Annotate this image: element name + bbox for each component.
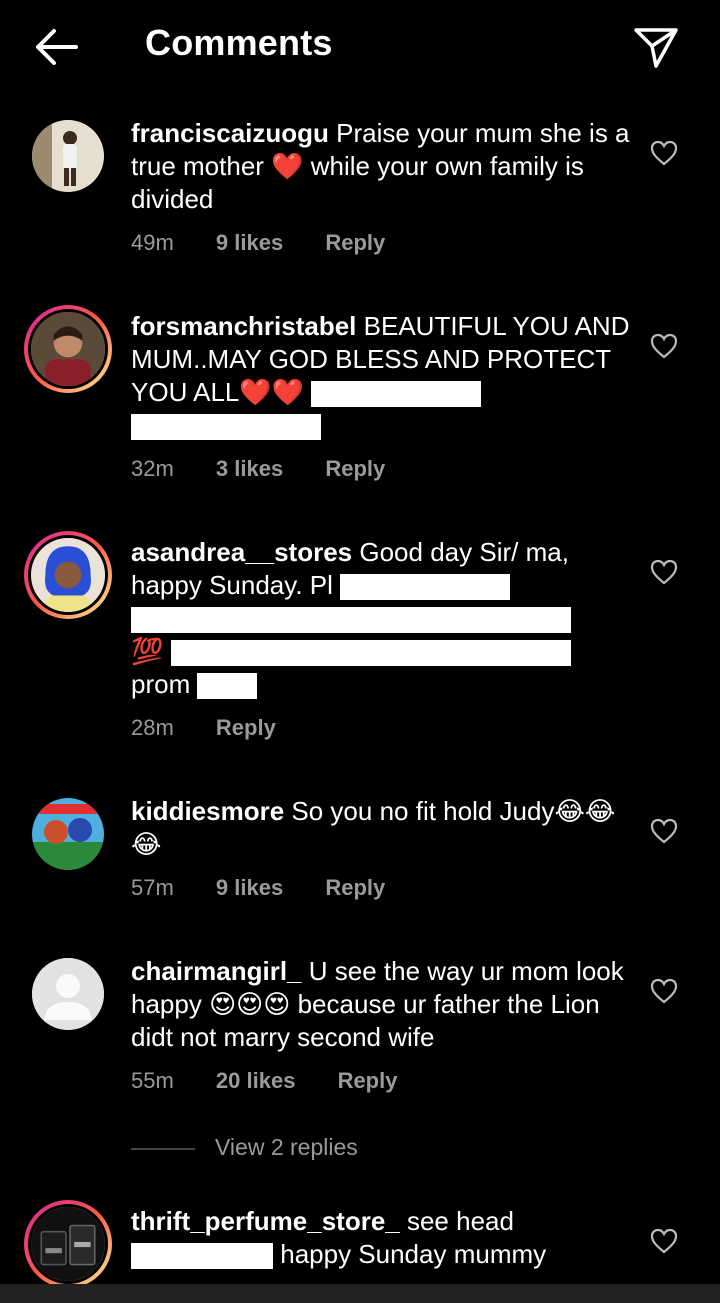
comment-time: 55m — [131, 1068, 174, 1093]
comment-username[interactable]: chairmangirl_ — [131, 956, 302, 986]
redaction — [170, 640, 571, 667]
avatar[interactable] — [32, 958, 104, 1030]
comment-username[interactable]: asandrea__stores — [131, 537, 352, 567]
send-icon[interactable] — [632, 24, 680, 70]
avatar[interactable] — [32, 798, 104, 870]
comment-time: 28m — [131, 715, 174, 740]
comment-username[interactable]: kiddiesmore — [131, 796, 284, 826]
comment-username[interactable]: forsmanchristabel — [131, 311, 356, 341]
like-heart-icon[interactable] — [650, 559, 678, 585]
comment-text-emoji: 💯 — [131, 636, 164, 666]
redaction — [197, 673, 258, 700]
like-heart-icon[interactable] — [650, 818, 678, 844]
divider-line — [131, 1147, 195, 1150]
likes-count[interactable]: 9 likes — [216, 230, 283, 255]
comment-username[interactable]: franciscaizuogu — [131, 118, 329, 148]
like-heart-icon[interactable] — [650, 1228, 678, 1254]
reply-button[interactable]: Reply — [325, 875, 385, 900]
reply-button[interactable]: Reply — [325, 456, 385, 481]
redaction — [131, 607, 571, 634]
avatar-image — [32, 120, 104, 192]
avatar[interactable] — [24, 531, 112, 619]
like-heart-icon[interactable] — [650, 978, 678, 1004]
avatar[interactable] — [24, 305, 112, 393]
like-heart-icon[interactable] — [650, 140, 678, 166]
default-avatar-icon — [32, 958, 104, 1030]
like-heart-icon[interactable] — [650, 333, 678, 359]
redaction — [131, 414, 321, 441]
likes-count[interactable]: 20 likes — [216, 1068, 296, 1093]
avatar-image — [31, 312, 105, 386]
avatar[interactable] — [24, 1200, 112, 1288]
comment-text-end: prom — [131, 669, 191, 699]
avatar-image — [32, 798, 104, 870]
avatar[interactable] — [32, 120, 104, 192]
back-arrow-icon[interactable] — [32, 27, 80, 67]
page-title: Comments — [145, 22, 333, 63]
comment-text-end: happy Sunday mummy — [280, 1239, 547, 1269]
view-replies-button[interactable]: View 2 replies — [131, 1134, 358, 1161]
avatar-image — [31, 1207, 105, 1281]
reply-button[interactable]: Reply — [216, 715, 276, 740]
comment-time: 57m — [131, 875, 174, 900]
reply-button[interactable]: Reply — [338, 1068, 398, 1093]
header: Comments — [0, 0, 720, 95]
redaction — [340, 574, 511, 601]
view-replies-label: View 2 replies — [215, 1134, 358, 1160]
comment-text: see head — [406, 1206, 514, 1236]
comment-time: 49m — [131, 230, 174, 255]
reply-button[interactable]: Reply — [325, 230, 385, 255]
redaction — [311, 381, 482, 408]
likes-count[interactable]: 3 likes — [216, 456, 283, 481]
bottom-bar — [0, 1284, 720, 1303]
redaction — [131, 1243, 273, 1270]
comment-username[interactable]: thrift_perfume_store_ — [131, 1206, 400, 1236]
likes-count[interactable]: 9 likes — [216, 875, 283, 900]
comment-time: 32m — [131, 456, 174, 481]
avatar-image — [31, 538, 105, 612]
